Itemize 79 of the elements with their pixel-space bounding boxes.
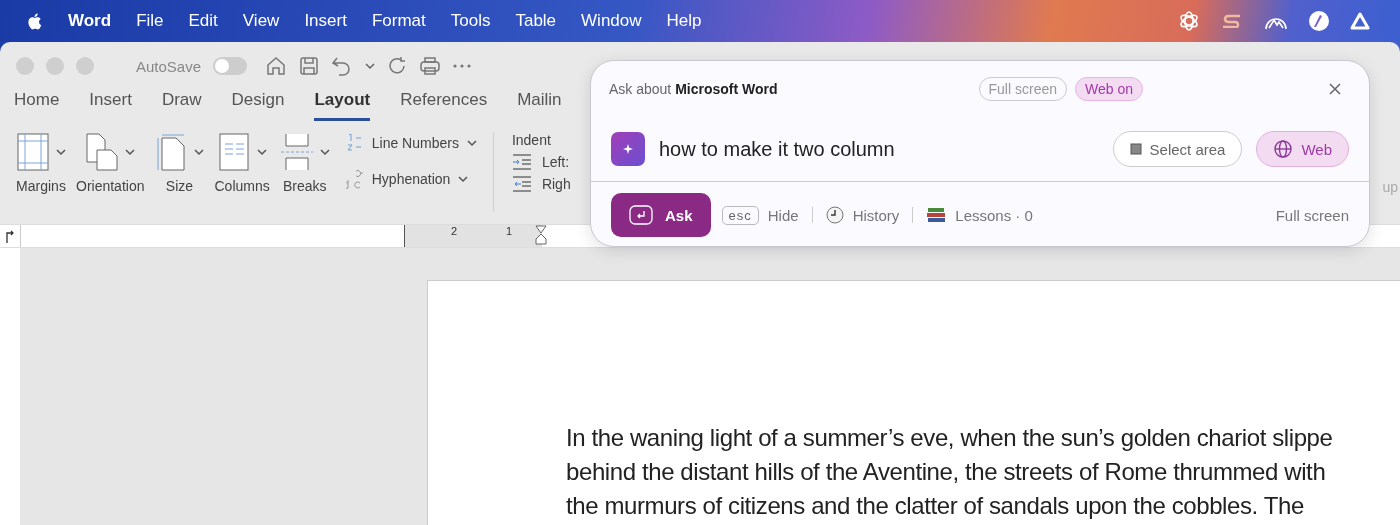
ribbon-tab[interactable]: Draw — [161, 90, 202, 118]
books-icon — [926, 206, 947, 224]
square-icon — [1129, 143, 1142, 155]
panel-button[interactable]: Web — [1256, 131, 1349, 167]
ruler-number: 1 — [506, 225, 513, 237]
ribbon-tab[interactable]: Design — [231, 90, 285, 118]
redo-icon[interactable] — [387, 56, 408, 76]
home-icon[interactable] — [265, 55, 288, 77]
pen-circle-icon[interactable] — [1308, 10, 1330, 32]
caret-icon[interactable] — [365, 62, 376, 70]
menu-item[interactable]: Tools — [450, 11, 491, 31]
ribbon-label: up — [1382, 179, 1398, 195]
menu-item[interactable]: Edit — [188, 11, 218, 31]
more-icon[interactable] — [453, 64, 472, 68]
panel-title: Ask about Microsoft Word — [609, 81, 778, 97]
ribbon-button[interactable]: Line Numbers — [345, 132, 477, 154]
menu-item[interactable]: Format — [371, 11, 426, 31]
menu-item[interactable]: Word — [68, 11, 112, 31]
query-field[interactable]: how to make it two column — [659, 137, 895, 161]
globe-icon — [1273, 139, 1294, 159]
indent-control[interactable]: Left: — [511, 154, 571, 170]
caret-icon — [257, 148, 268, 156]
ribbon-button[interactable]: Breaks — [279, 132, 330, 194]
ribbon-tab[interactable]: Mailin — [517, 90, 562, 118]
triangle-icon[interactable] — [1350, 12, 1370, 30]
hide-link[interactable]: Hide — [767, 206, 799, 224]
mode-chip[interactable]: Web on — [1075, 77, 1143, 101]
breaks-icon — [279, 132, 314, 172]
ribbon-button[interactable]: Size — [154, 132, 205, 194]
ribbon-tab[interactable]: Insert — [89, 90, 132, 118]
full-screen-link[interactable]: Full screen — [1275, 206, 1349, 224]
caret-icon — [125, 148, 136, 156]
caret-icon — [458, 175, 469, 183]
orientation-icon — [85, 132, 120, 172]
caret-icon — [466, 139, 477, 147]
apple-icon[interactable] — [26, 11, 42, 31]
ribbon-tab[interactable]: Home — [14, 90, 60, 118]
menu-item[interactable]: Table — [515, 11, 557, 31]
menu-item[interactable]: Help — [666, 11, 702, 31]
ribbon-button[interactable]: Margins — [16, 132, 66, 194]
menu-item[interactable]: File — [136, 11, 164, 31]
menu-item[interactable]: View — [242, 11, 280, 31]
indent-right-icon — [511, 176, 532, 192]
paragraph-line: In the waning light of a summer’s eve, when the sun’s golden chariot slippe — [566, 423, 1334, 453]
ribbon-button[interactable]: Columns — [214, 132, 270, 194]
margins-icon — [16, 132, 50, 172]
indent-control[interactable]: Righ — [511, 176, 571, 192]
indent-heading: Indent — [511, 132, 552, 148]
close-icon[interactable] — [1329, 83, 1341, 95]
sparkle-icon — [611, 132, 645, 166]
paragraph-line: the murmurs of citizens and the clatter of sandals upon the cobbles. The — [566, 491, 1305, 521]
ribbon-button[interactable]: Hyphenation — [345, 168, 477, 190]
history-link[interactable]: History — [852, 206, 900, 224]
return-key-icon — [629, 205, 653, 225]
caret-icon — [194, 148, 205, 156]
ribbon-tab[interactable]: References — [400, 90, 488, 118]
lessons-link[interactable]: Lessons · 0 — [955, 206, 1033, 224]
indent-marker-icon[interactable] — [535, 225, 547, 245]
autosave-toggle[interactable] — [213, 57, 248, 75]
caret-icon — [56, 148, 66, 156]
ruler-number: 2 — [451, 225, 458, 237]
autosave-label: AutoSave — [136, 57, 202, 75]
panel-button[interactable]: Select area — [1112, 131, 1243, 167]
indent-left-icon — [511, 154, 532, 170]
menu-item[interactable]: Insert — [304, 11, 347, 31]
flower-knot-icon[interactable] — [1178, 10, 1200, 32]
ask-button[interactable]: Ask — [611, 193, 711, 237]
tab-stop-icon[interactable] — [4, 229, 16, 243]
print-icon[interactable] — [419, 56, 442, 76]
line-numbers-icon — [345, 132, 364, 154]
keyboard-key: esc — [721, 205, 759, 225]
menu-item[interactable]: Window — [581, 11, 642, 31]
ribbon-tab[interactable]: Layout — [314, 90, 371, 121]
paragraph-line: behind the distant hills of the Aventine, the streets of Rome thrummed with — [566, 457, 1327, 487]
clock-icon — [825, 206, 844, 224]
save-icon[interactable] — [299, 56, 320, 76]
ribbon-button[interactable]: Orientation — [76, 132, 145, 194]
caret-icon — [319, 148, 330, 156]
columns-icon — [217, 132, 252, 172]
